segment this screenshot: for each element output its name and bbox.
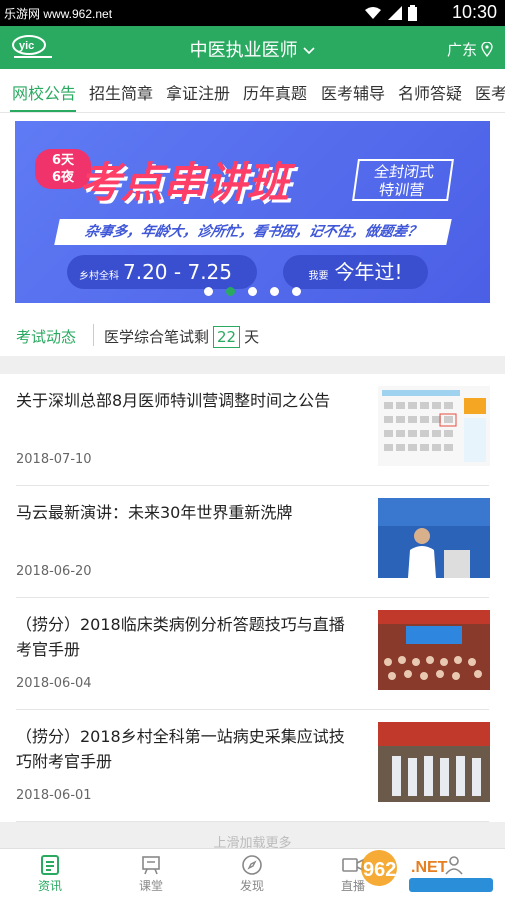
banner-carousel[interactable]: 6天 6夜 考点串讲班 全封闭式 特训营 杂事多，年龄大，诊所忙，看书困，记不住… [0, 113, 505, 309]
exam-countdown-row[interactable]: 考试动态 医学综合笔试剩 22 天 [0, 312, 505, 356]
news-title: （捞分）2018乡村全科第一站病史采集应试技巧附考官手册 [16, 727, 345, 771]
banner-box-label: 全封闭式 特训营 [352, 159, 454, 201]
carousel-dot[interactable] [204, 287, 213, 296]
dates-value: 7.20 - 7.25 [123, 260, 232, 284]
banner-headline: 考点串讲班 [79, 158, 290, 207]
tab-tutoring[interactable]: 医考辅导 [321, 80, 385, 104]
exam-news-label: 考试动态 [16, 328, 77, 346]
stage-thumbnail [378, 722, 490, 802]
nav-discover[interactable]: 发现 [222, 853, 282, 894]
countdown-days: 22 [213, 326, 241, 348]
section-gap [0, 356, 505, 374]
nav-label: 课堂 [138, 879, 163, 893]
svg-text:.NET: .NET [411, 859, 448, 876]
news-item[interactable]: 关于深圳总部8月医师特训营调整时间之公告 2018-07-10 [0, 374, 505, 486]
news-item[interactable]: 马云最新演讲：未来30年世界重新洗牌 2018-06-20 [0, 486, 505, 598]
tab-more[interactable]: 医考 [475, 80, 505, 104]
banner-slogan: 杂事多，年龄大，诊所忙，看书困，记不住，做题差？ [54, 219, 452, 245]
signal-icon [388, 6, 402, 20]
box-line-2: 特训营 [377, 181, 426, 199]
watermark-text: 乐游网 www.962.net [4, 7, 113, 21]
news-title: （捞分）2018临床类病例分析答题技巧与直播考官手册 [16, 615, 345, 659]
news-item[interactable]: （捞分）2018临床类病例分析答题技巧与直播考官手册 2018-06-04 [0, 598, 505, 710]
exam-countdown: 医学综合笔试剩 22 天 [104, 326, 259, 348]
wifi-icon [365, 7, 381, 19]
pass-text: 今年过! [334, 260, 403, 284]
site-watermark-logo: 962 .NET [361, 850, 493, 892]
status-time: 10:30 [451, 2, 497, 22]
calendar-thumbnail [378, 386, 490, 466]
tab-past-papers[interactable]: 历年真题 [243, 80, 307, 104]
banner-dates: 乡村全科 7.20 - 7.25 [67, 255, 257, 289]
news-title: 关于深圳总部8月医师特训营调整时间之公告 [16, 391, 331, 410]
chevron-down-icon [303, 47, 315, 55]
news-icon [41, 855, 59, 875]
location-pin-icon [481, 42, 493, 57]
banner-pass: 我要 今年过! [283, 255, 428, 289]
carousel-dot[interactable] [270, 287, 279, 296]
exam-category-selector[interactable]: 中医执业医师 [0, 36, 505, 62]
tab-registration[interactable]: 拿证注册 [166, 80, 230, 104]
news-title: 马云最新演讲：未来30年世界重新洗牌 [16, 503, 293, 522]
carousel-dot[interactable] [292, 287, 301, 296]
news-date: 2018-06-01 [16, 788, 92, 803]
svg-text:962: 962 [363, 859, 396, 881]
lecture-hall-thumbnail [378, 610, 490, 690]
news-item[interactable]: （捞分）2018乡村全科第一站病史采集应试技巧附考官手册 2018-06-01 [0, 710, 505, 822]
news-date: 2018-06-20 [16, 564, 92, 579]
nav-label: 发现 [239, 879, 264, 893]
news-date: 2018-07-10 [16, 452, 92, 467]
carousel-dot[interactable] [248, 287, 257, 296]
page-title: 中医执业医师 [189, 40, 298, 61]
nav-classroom[interactable]: 课堂 [121, 853, 181, 894]
battery-icon [408, 5, 417, 21]
nav-news[interactable]: 资讯 [20, 853, 80, 894]
divider [93, 324, 94, 346]
promo-banner[interactable]: 6天 6夜 考点串讲班 全封闭式 特训营 杂事多，年龄大，诊所忙，看书困，记不住… [15, 121, 490, 303]
box-line-1: 全封闭式 [372, 163, 436, 181]
carousel-dot-active[interactable] [226, 287, 235, 296]
region-label: 广东 [446, 41, 477, 59]
app-bar: yic 中医执业医师 广东 [0, 26, 505, 69]
countdown-suffix: 天 [244, 328, 260, 346]
dates-prefix: 乡村全科 [79, 271, 119, 282]
nav-label: 资讯 [37, 879, 62, 893]
news-date: 2018-06-04 [16, 676, 92, 691]
pass-prefix: 我要 [308, 271, 329, 282]
classroom-icon [142, 856, 160, 875]
carousel-dots [15, 287, 490, 296]
status-bar: 乐游网 www.962.net 10:30 [0, 0, 505, 26]
countdown-prefix: 医学综合笔试剩 [104, 328, 210, 346]
region-selector[interactable]: 广东 [447, 39, 493, 60]
status-icons [364, 5, 417, 21]
tab-announcements[interactable]: 网校公告 [12, 80, 76, 104]
speaker-thumbnail [378, 498, 490, 578]
tab-qa[interactable]: 名师答疑 [398, 80, 462, 104]
tab-admissions[interactable]: 招生简章 [89, 80, 153, 104]
compass-icon [242, 855, 262, 875]
category-tabs: 网校公告 招生简章 拿证注册 历年真题 医考辅导 名师答疑 医考 [0, 69, 505, 113]
